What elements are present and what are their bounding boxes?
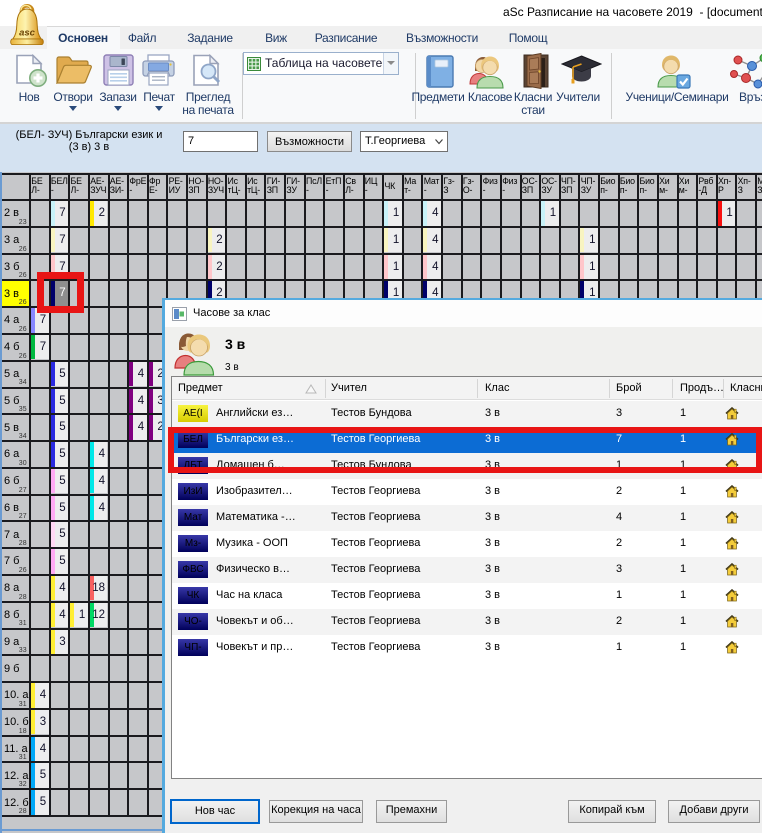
svg-text:asc: asc (19, 28, 36, 39)
